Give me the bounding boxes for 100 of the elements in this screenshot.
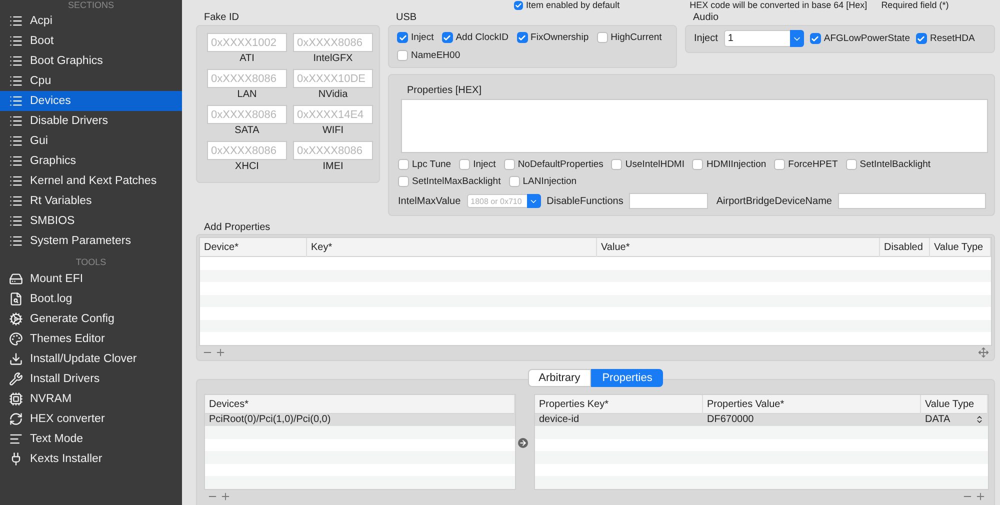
check-icon bbox=[443, 34, 452, 42]
inject-dropdown[interactable]: 1 bbox=[724, 30, 804, 47]
list-icon bbox=[9, 74, 23, 88]
table-row[interactable]: device-id DF670000 DATA bbox=[535, 414, 988, 426]
field-label: IntelGFX bbox=[312, 53, 354, 64]
field-label: ATI bbox=[238, 53, 256, 64]
segment-tab[interactable]: Properties bbox=[591, 368, 664, 386]
field-label: DisableFunctions bbox=[546, 196, 624, 206]
group-title: Properties [HEX] bbox=[406, 84, 482, 98]
list-icon bbox=[9, 114, 23, 128]
sidebar-item[interactable]: Kernel and Kext Patches bbox=[0, 171, 182, 191]
list-icon bbox=[9, 134, 23, 148]
list-icon bbox=[9, 154, 23, 168]
check-icon bbox=[518, 34, 526, 42]
checkbox[interactable]: HighCurrent bbox=[596, 32, 662, 43]
text-lines-icon bbox=[9, 432, 23, 446]
field-label: IMEI bbox=[322, 161, 344, 172]
check-icon bbox=[811, 34, 820, 42]
sidebar-item[interactable]: Boot bbox=[0, 31, 182, 51]
sidebar-item[interactable]: Boot Graphics bbox=[0, 51, 182, 71]
sidebar-item[interactable]: Cpu bbox=[0, 71, 182, 91]
check-icon bbox=[917, 34, 926, 42]
fake-id-field[interactable]: 0xXXXX10DE bbox=[293, 69, 373, 88]
sidebar-item[interactable]: Rt Variables bbox=[0, 191, 182, 211]
check-icon bbox=[515, 2, 522, 8]
add-icon[interactable] bbox=[215, 347, 226, 358]
checkbox[interactable]: AFGLowPowerState bbox=[810, 33, 910, 44]
list-icon bbox=[9, 234, 23, 248]
properties-hex-field[interactable] bbox=[401, 99, 988, 153]
list-icon bbox=[9, 94, 23, 108]
segment-tab[interactable]: Arbitrary bbox=[528, 368, 592, 386]
fake-id-field[interactable]: 0xXXXX8086 bbox=[293, 33, 373, 52]
table-cell-text: device-id bbox=[538, 414, 580, 426]
sidebar-item[interactable]: Install/Update Clover bbox=[0, 349, 182, 369]
fake-id-field[interactable]: 0xXXXX8086 bbox=[207, 69, 287, 88]
checkbox[interactable]: ForceHPET bbox=[774, 159, 838, 170]
checkbox[interactable]: FixOwnership bbox=[516, 32, 589, 43]
wrench-icon bbox=[9, 372, 23, 386]
sidebar-item[interactable]: NVRAM bbox=[0, 389, 182, 409]
sidebar-item[interactable]: Text Mode bbox=[0, 429, 182, 449]
checkbox[interactable]: UseIntelHDMI bbox=[611, 159, 684, 170]
device-row[interactable]: PciRoot(0)/Pci(1,0)/Pci(0,0) bbox=[205, 414, 515, 426]
download-icon bbox=[9, 352, 23, 366]
add-icon[interactable] bbox=[220, 491, 231, 502]
sidebar-item[interactable]: Gui bbox=[0, 131, 182, 151]
checkbox[interactable]: NameEH00 bbox=[397, 50, 460, 61]
sidebar-item[interactable]: Install Drivers bbox=[0, 369, 182, 389]
sidebar-item[interactable]: Acpi bbox=[0, 11, 182, 31]
sidebar-item[interactable]: HEX converter bbox=[0, 409, 182, 429]
fake-id-field[interactable]: 0xXXXX14E4 bbox=[293, 105, 373, 124]
plug-icon bbox=[9, 452, 23, 466]
field-label: WIFI bbox=[321, 125, 345, 136]
checkbox[interactable]: ResetHDA bbox=[916, 33, 975, 44]
sidebar-item[interactable]: Kexts Installer bbox=[0, 449, 182, 469]
sidebar-item[interactable]: Mount EFI bbox=[0, 269, 182, 289]
checkbox[interactable]: SetIntelMaxBacklight bbox=[398, 176, 501, 187]
checkbox[interactable]: SetIntelBacklight bbox=[846, 159, 931, 170]
checkbox[interactable]: Item enabled by default bbox=[514, 0, 620, 10]
sidebar-item[interactable]: Boot.log bbox=[0, 289, 182, 309]
sidebar-item[interactable]: Graphics bbox=[0, 151, 182, 171]
checkbox[interactable]: Inject bbox=[459, 159, 496, 170]
list-icon bbox=[9, 194, 23, 208]
checkbox[interactable]: HDMIInjection bbox=[692, 159, 766, 170]
checkbox[interactable]: NoDefaultProperties bbox=[504, 159, 604, 170]
group-title: USB bbox=[395, 11, 418, 25]
palette-icon bbox=[9, 332, 23, 346]
list-icon bbox=[9, 174, 23, 188]
sidebar-item[interactable]: System Parameters bbox=[0, 231, 182, 251]
fake-id-field[interactable]: 0xXXXX8086 bbox=[207, 141, 287, 160]
chip-icon bbox=[9, 392, 23, 406]
move-icon[interactable] bbox=[978, 347, 989, 358]
field-label: XHCI bbox=[234, 161, 260, 172]
checkbox[interactable]: Add ClockID bbox=[442, 32, 509, 43]
sidebar-item[interactable]: Themes Editor bbox=[0, 329, 182, 349]
sidebar-item[interactable]: SMBIOS bbox=[0, 211, 182, 231]
sidebar-item[interactable]: Generate Config bbox=[0, 309, 182, 329]
add-icon[interactable] bbox=[975, 491, 986, 502]
fake-id-field[interactable]: 0xXXXX8086 bbox=[293, 141, 373, 160]
field-label: LAN bbox=[236, 89, 258, 100]
table-cell-text: DF670000 bbox=[706, 414, 755, 426]
sidebar-item[interactable]: Disable Drivers bbox=[0, 111, 182, 131]
arrow-right-icon[interactable] bbox=[518, 438, 528, 448]
fake-id-field[interactable]: 0xXXXX8086 bbox=[207, 105, 287, 124]
airport-bridge-field[interactable] bbox=[838, 193, 986, 209]
required-note: Required field (*) bbox=[881, 0, 949, 10]
disable-functions-field[interactable] bbox=[629, 193, 708, 209]
field-label: AirportBridgeDeviceName bbox=[716, 196, 832, 206]
drive-icon bbox=[9, 272, 23, 286]
fake-id-field[interactable]: 0xXXXX1002 bbox=[207, 33, 287, 52]
checkbox[interactable]: Inject bbox=[397, 32, 434, 43]
group-title: Fake ID bbox=[203, 11, 240, 25]
list-icon bbox=[9, 14, 23, 28]
sidebar-item[interactable]: Devices bbox=[0, 91, 182, 111]
checkbox[interactable]: LANInjection bbox=[508, 176, 577, 187]
file-search-icon bbox=[9, 292, 23, 306]
inject-label: Inject bbox=[694, 33, 718, 44]
value-type-dropdown[interactable]: DATA bbox=[921, 414, 988, 426]
field-label: SATA bbox=[234, 125, 260, 136]
section-heading: TOOLS bbox=[74, 257, 108, 267]
checkbox[interactable]: Lpc Tune bbox=[398, 159, 452, 170]
